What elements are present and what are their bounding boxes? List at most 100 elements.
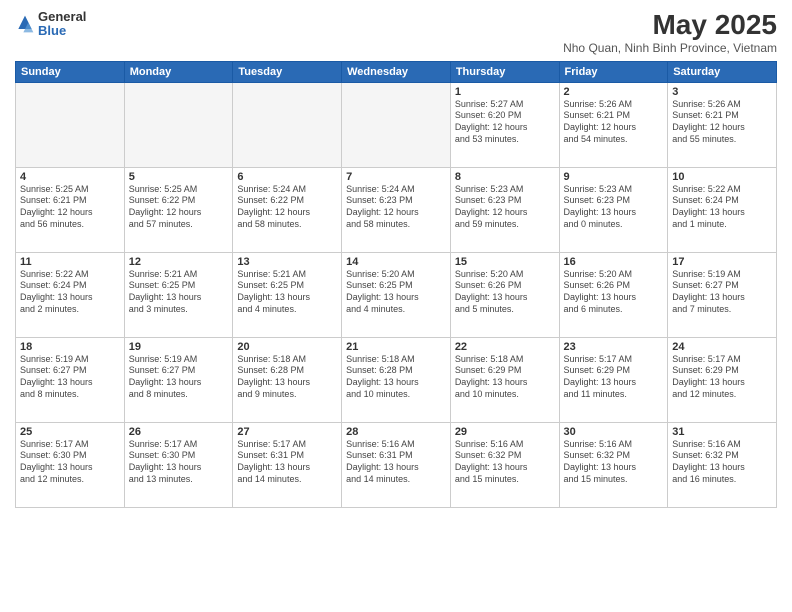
calendar-cell: 31Sunrise: 5:16 AMSunset: 6:32 PMDayligh… — [668, 422, 777, 507]
day-info: Sunrise: 5:22 AMSunset: 6:24 PMDaylight:… — [672, 184, 772, 231]
logo-text: General Blue — [38, 10, 86, 39]
day-number: 27 — [237, 426, 337, 438]
day-info: Sunrise: 5:19 AMSunset: 6:27 PMDaylight:… — [20, 354, 120, 401]
weekday-header-sunday: Sunday — [16, 61, 125, 82]
calendar-cell: 25Sunrise: 5:17 AMSunset: 6:30 PMDayligh… — [16, 422, 125, 507]
day-info: Sunrise: 5:21 AMSunset: 6:25 PMDaylight:… — [129, 269, 229, 316]
calendar-week-row: 18Sunrise: 5:19 AMSunset: 6:27 PMDayligh… — [16, 337, 777, 422]
calendar-cell: 4Sunrise: 5:25 AMSunset: 6:21 PMDaylight… — [16, 167, 125, 252]
location-subtitle: Nho Quan, Ninh Binh Province, Vietnam — [563, 41, 777, 55]
calendar-cell: 26Sunrise: 5:17 AMSunset: 6:30 PMDayligh… — [124, 422, 233, 507]
day-info: Sunrise: 5:20 AMSunset: 6:26 PMDaylight:… — [455, 269, 555, 316]
day-info: Sunrise: 5:16 AMSunset: 6:32 PMDaylight:… — [672, 439, 772, 486]
day-info: Sunrise: 5:17 AMSunset: 6:31 PMDaylight:… — [237, 439, 337, 486]
page: General Blue May 2025 Nho Quan, Ninh Bin… — [0, 0, 792, 612]
weekday-header-wednesday: Wednesday — [342, 61, 451, 82]
day-number: 23 — [564, 341, 664, 353]
day-number: 14 — [346, 256, 446, 268]
day-number: 30 — [564, 426, 664, 438]
calendar-week-row: 4Sunrise: 5:25 AMSunset: 6:21 PMDaylight… — [16, 167, 777, 252]
weekday-header-friday: Friday — [559, 61, 668, 82]
day-info: Sunrise: 5:16 AMSunset: 6:31 PMDaylight:… — [346, 439, 446, 486]
day-info: Sunrise: 5:17 AMSunset: 6:30 PMDaylight:… — [20, 439, 120, 486]
logo-blue: Blue — [38, 24, 86, 38]
calendar-cell: 18Sunrise: 5:19 AMSunset: 6:27 PMDayligh… — [16, 337, 125, 422]
day-info: Sunrise: 5:17 AMSunset: 6:29 PMDaylight:… — [672, 354, 772, 401]
day-number: 13 — [237, 256, 337, 268]
day-number: 17 — [672, 256, 772, 268]
day-number: 8 — [455, 171, 555, 183]
day-info: Sunrise: 5:25 AMSunset: 6:22 PMDaylight:… — [129, 184, 229, 231]
day-number: 28 — [346, 426, 446, 438]
calendar-cell: 6Sunrise: 5:24 AMSunset: 6:22 PMDaylight… — [233, 167, 342, 252]
day-info: Sunrise: 5:16 AMSunset: 6:32 PMDaylight:… — [564, 439, 664, 486]
day-info: Sunrise: 5:20 AMSunset: 6:26 PMDaylight:… — [564, 269, 664, 316]
calendar-table: SundayMondayTuesdayWednesdayThursdayFrid… — [15, 61, 777, 508]
day-number: 7 — [346, 171, 446, 183]
calendar-cell — [233, 82, 342, 167]
day-info: Sunrise: 5:26 AMSunset: 6:21 PMDaylight:… — [672, 99, 772, 146]
day-info: Sunrise: 5:17 AMSunset: 6:29 PMDaylight:… — [564, 354, 664, 401]
weekday-header-monday: Monday — [124, 61, 233, 82]
day-number: 22 — [455, 341, 555, 353]
day-number: 16 — [564, 256, 664, 268]
calendar-cell: 13Sunrise: 5:21 AMSunset: 6:25 PMDayligh… — [233, 252, 342, 337]
calendar-cell: 3Sunrise: 5:26 AMSunset: 6:21 PMDaylight… — [668, 82, 777, 167]
day-number: 12 — [129, 256, 229, 268]
day-info: Sunrise: 5:25 AMSunset: 6:21 PMDaylight:… — [20, 184, 120, 231]
day-number: 25 — [20, 426, 120, 438]
calendar-header-row: SundayMondayTuesdayWednesdayThursdayFrid… — [16, 61, 777, 82]
day-number: 2 — [564, 86, 664, 98]
day-number: 3 — [672, 86, 772, 98]
weekday-header-thursday: Thursday — [450, 61, 559, 82]
day-number: 26 — [129, 426, 229, 438]
calendar-cell: 24Sunrise: 5:17 AMSunset: 6:29 PMDayligh… — [668, 337, 777, 422]
day-info: Sunrise: 5:19 AMSunset: 6:27 PMDaylight:… — [672, 269, 772, 316]
calendar-cell: 27Sunrise: 5:17 AMSunset: 6:31 PMDayligh… — [233, 422, 342, 507]
day-info: Sunrise: 5:27 AMSunset: 6:20 PMDaylight:… — [455, 99, 555, 146]
day-number: 31 — [672, 426, 772, 438]
day-number: 21 — [346, 341, 446, 353]
day-number: 15 — [455, 256, 555, 268]
calendar-cell: 21Sunrise: 5:18 AMSunset: 6:28 PMDayligh… — [342, 337, 451, 422]
day-info: Sunrise: 5:22 AMSunset: 6:24 PMDaylight:… — [20, 269, 120, 316]
calendar-cell: 19Sunrise: 5:19 AMSunset: 6:27 PMDayligh… — [124, 337, 233, 422]
day-info: Sunrise: 5:24 AMSunset: 6:23 PMDaylight:… — [346, 184, 446, 231]
title-area: May 2025 Nho Quan, Ninh Binh Province, V… — [563, 10, 777, 55]
calendar-cell: 17Sunrise: 5:19 AMSunset: 6:27 PMDayligh… — [668, 252, 777, 337]
day-info: Sunrise: 5:17 AMSunset: 6:30 PMDaylight:… — [129, 439, 229, 486]
day-number: 5 — [129, 171, 229, 183]
day-info: Sunrise: 5:20 AMSunset: 6:25 PMDaylight:… — [346, 269, 446, 316]
day-number: 9 — [564, 171, 664, 183]
calendar-week-row: 25Sunrise: 5:17 AMSunset: 6:30 PMDayligh… — [16, 422, 777, 507]
calendar-cell — [342, 82, 451, 167]
day-info: Sunrise: 5:23 AMSunset: 6:23 PMDaylight:… — [455, 184, 555, 231]
day-number: 29 — [455, 426, 555, 438]
logo-general: General — [38, 10, 86, 24]
calendar-cell: 7Sunrise: 5:24 AMSunset: 6:23 PMDaylight… — [342, 167, 451, 252]
month-title: May 2025 — [563, 10, 777, 41]
day-number: 20 — [237, 341, 337, 353]
day-number: 19 — [129, 341, 229, 353]
calendar-cell: 28Sunrise: 5:16 AMSunset: 6:31 PMDayligh… — [342, 422, 451, 507]
day-number: 11 — [20, 256, 120, 268]
calendar-cell: 20Sunrise: 5:18 AMSunset: 6:28 PMDayligh… — [233, 337, 342, 422]
calendar-cell: 12Sunrise: 5:21 AMSunset: 6:25 PMDayligh… — [124, 252, 233, 337]
day-info: Sunrise: 5:24 AMSunset: 6:22 PMDaylight:… — [237, 184, 337, 231]
calendar-cell: 16Sunrise: 5:20 AMSunset: 6:26 PMDayligh… — [559, 252, 668, 337]
day-number: 1 — [455, 86, 555, 98]
calendar-cell — [16, 82, 125, 167]
calendar-cell: 8Sunrise: 5:23 AMSunset: 6:23 PMDaylight… — [450, 167, 559, 252]
day-info: Sunrise: 5:18 AMSunset: 6:28 PMDaylight:… — [237, 354, 337, 401]
calendar-cell: 23Sunrise: 5:17 AMSunset: 6:29 PMDayligh… — [559, 337, 668, 422]
calendar-cell: 10Sunrise: 5:22 AMSunset: 6:24 PMDayligh… — [668, 167, 777, 252]
calendar-cell: 5Sunrise: 5:25 AMSunset: 6:22 PMDaylight… — [124, 167, 233, 252]
calendar-cell — [124, 82, 233, 167]
day-number: 4 — [20, 171, 120, 183]
day-info: Sunrise: 5:26 AMSunset: 6:21 PMDaylight:… — [564, 99, 664, 146]
day-number: 10 — [672, 171, 772, 183]
day-info: Sunrise: 5:19 AMSunset: 6:27 PMDaylight:… — [129, 354, 229, 401]
calendar-week-row: 11Sunrise: 5:22 AMSunset: 6:24 PMDayligh… — [16, 252, 777, 337]
calendar-cell: 11Sunrise: 5:22 AMSunset: 6:24 PMDayligh… — [16, 252, 125, 337]
calendar-cell: 29Sunrise: 5:16 AMSunset: 6:32 PMDayligh… — [450, 422, 559, 507]
